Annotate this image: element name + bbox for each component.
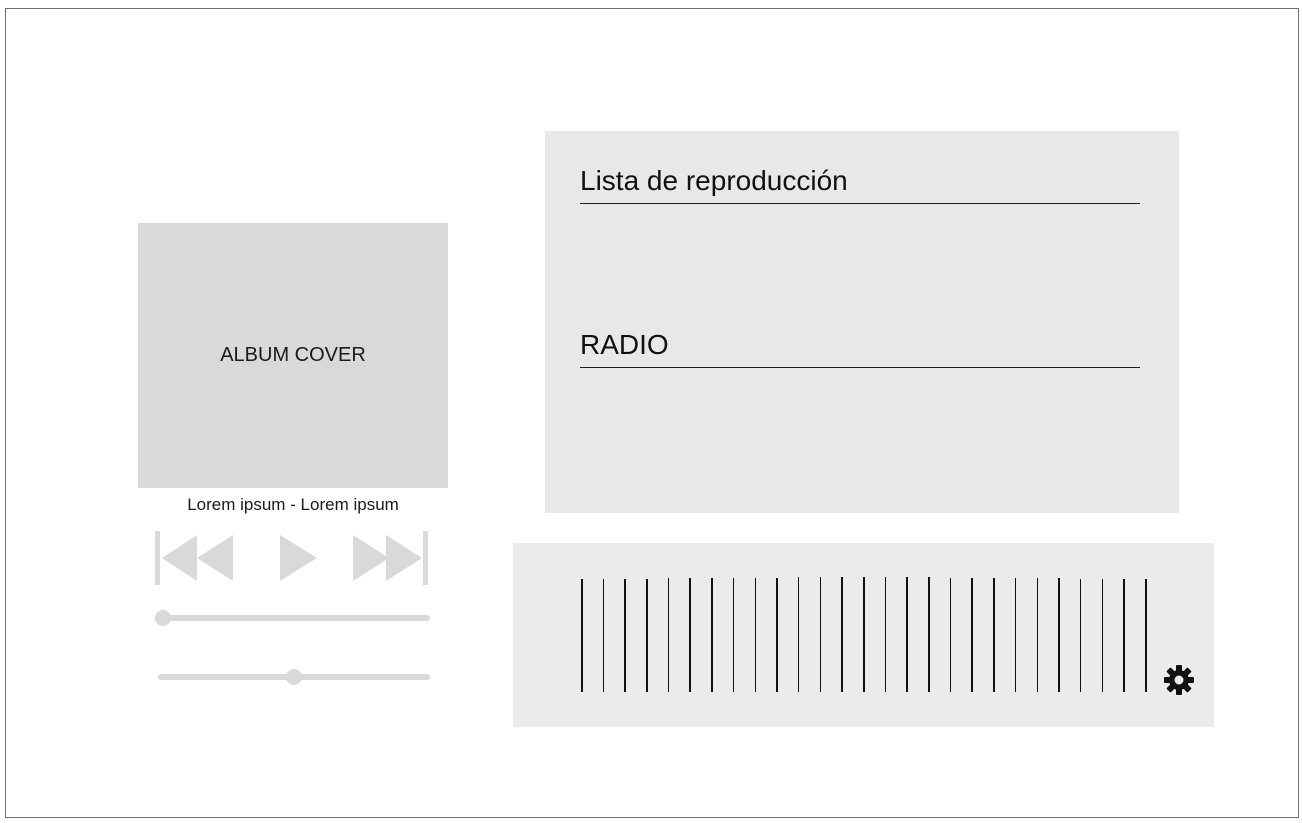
equalizer-bar (1079, 578, 1082, 692)
volume-thumb[interactable] (286, 669, 302, 685)
equalizer-bar (1014, 578, 1017, 692)
next-button[interactable] (353, 531, 428, 585)
equalizer-bar (993, 577, 995, 692)
equalizer-bar (711, 578, 713, 692)
equalizer-bar (754, 577, 757, 692)
equalizer-bar (1145, 579, 1147, 692)
playback-controls (150, 528, 440, 588)
equalizer-bar (906, 577, 908, 692)
play-icon (280, 535, 317, 581)
equalizer-bar (732, 577, 735, 692)
equalizer-bar (1123, 578, 1125, 692)
playlist-link[interactable]: Lista de reproducción (580, 165, 1140, 204)
album-cover-label: ALBUM COVER (220, 344, 366, 366)
equalizer-bar (1036, 578, 1039, 692)
equalizer-bar (797, 577, 800, 692)
rewind-icon (197, 535, 233, 581)
progress-slider[interactable] (155, 610, 430, 626)
equalizer-bar (689, 578, 691, 692)
playback-controls-graphic (155, 531, 428, 585)
previous-icon (162, 535, 197, 581)
next-icon (386, 535, 422, 581)
equalizer-bar (624, 578, 626, 692)
volume-slider[interactable] (158, 669, 430, 685)
equalizer-bar (841, 577, 843, 692)
equalizer-bar (884, 577, 887, 692)
radio-link[interactable]: RADIO (580, 329, 1140, 368)
next-bar-icon (423, 531, 428, 585)
fast-forward-icon (353, 535, 389, 581)
equalizer-bar (971, 577, 973, 692)
equalizer-bar (581, 579, 583, 692)
equalizer-panel (513, 543, 1214, 727)
album-cover: ALBUM COVER (138, 223, 448, 488)
equalizer-bar (1058, 578, 1060, 692)
equalizer-bar (1101, 578, 1104, 692)
equalizer-bar (928, 577, 930, 692)
previous-bar-icon (155, 531, 160, 585)
track-title: Lorem ipsum - Lorem ipsum (187, 495, 399, 514)
equalizer-bar (602, 578, 605, 692)
menu-panel: Lista de reproducción RADIO (545, 131, 1179, 513)
gear-icon[interactable] (1163, 664, 1195, 696)
equalizer-bar (863, 577, 865, 692)
equalizer-bar (776, 577, 778, 692)
equalizer-bar (949, 577, 952, 692)
equalizer-bar (646, 578, 648, 692)
previous-button[interactable] (155, 531, 233, 585)
play-button[interactable] (280, 535, 317, 581)
equalizer-bar (667, 578, 670, 692)
equalizer-bar (819, 577, 822, 692)
